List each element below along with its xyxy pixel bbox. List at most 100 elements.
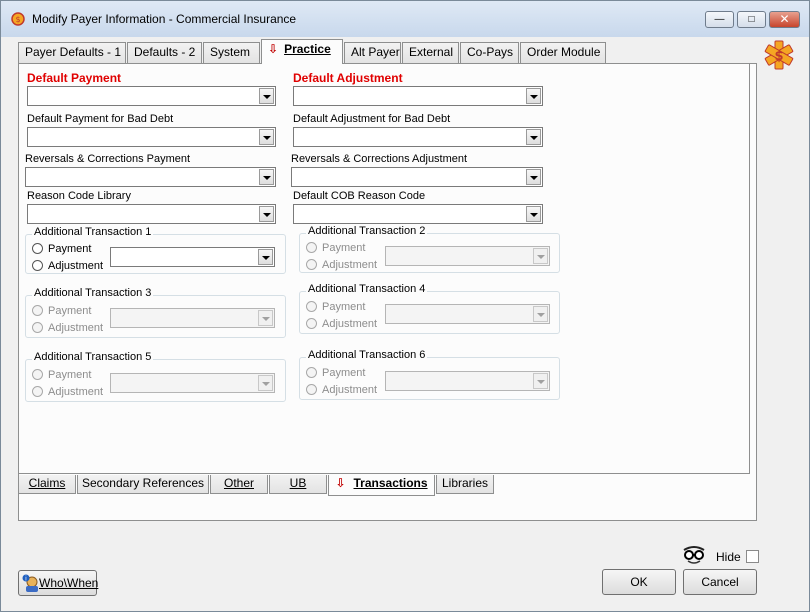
transaction-2-select[interactable] [385, 246, 550, 266]
app-icon: $ [11, 12, 25, 26]
dropdown-arrow-icon[interactable] [533, 248, 548, 264]
additional-transaction-4-group: Additional Transaction 4 Payment Adjustm… [299, 283, 560, 334]
adjustment-radio[interactable]: Adjustment [32, 322, 103, 336]
tab-label: External [409, 45, 454, 59]
dropdown-arrow-icon[interactable] [259, 88, 274, 104]
radio-circle[interactable] [32, 386, 43, 397]
cancel-label: Cancel [701, 575, 739, 589]
transaction-3-select[interactable] [110, 308, 275, 328]
payment-radio[interactable]: Payment [306, 242, 365, 256]
maximize-button[interactable]: □ [737, 11, 766, 28]
dropdown-arrow-icon[interactable] [259, 129, 274, 145]
radio-circle[interactable] [32, 305, 43, 316]
default-payment-label: Default Payment [27, 71, 122, 85]
dropdown-arrow-icon[interactable] [533, 373, 548, 389]
tab-defaults-2[interactable]: Defaults - 2 [127, 42, 202, 63]
title-bar[interactable]: $ Modify Payer Information - Commercial … [1, 1, 809, 37]
dropdown-arrow-icon[interactable] [259, 206, 274, 222]
additional-transaction-2-group: Additional Transaction 2 Payment Adjustm… [299, 225, 560, 273]
dropdown-arrow-icon[interactable] [258, 375, 273, 391]
tab-order-module[interactable]: Order Module [520, 42, 606, 63]
dropdown-arrow-icon[interactable] [526, 206, 541, 222]
radio-circle[interactable] [306, 242, 317, 253]
radio-label: Adjustment [322, 318, 378, 330]
payment-radio[interactable]: Payment [306, 301, 365, 315]
red-arrow-down-icon: ⇩ [335, 476, 346, 490]
tab-ub[interactable]: UB [269, 475, 327, 494]
radio-circle[interactable] [306, 367, 317, 378]
tab-transactions[interactable]: ⇩ Transactions [328, 475, 435, 496]
tab-payer-defaults-1[interactable]: Payer Defaults - 1 [18, 42, 126, 63]
dropdown-arrow-icon[interactable] [533, 306, 548, 322]
reversals-payment-label: Reversals & Corrections Payment [25, 153, 191, 165]
tab-external[interactable]: External [402, 42, 459, 63]
payment-radio[interactable]: Payment [32, 369, 91, 383]
close-button[interactable]: ✕ [769, 11, 800, 28]
hide-checkbox[interactable] [746, 550, 759, 563]
reversals-adjustment-select[interactable] [291, 167, 543, 187]
dropdown-arrow-icon[interactable] [258, 310, 273, 326]
group-title: Additional Transaction 4 [306, 283, 428, 295]
tab-label: Libraries [441, 476, 489, 490]
tab-label: Payer Defaults - 1 [25, 45, 122, 59]
tab-claims[interactable]: Claims [18, 475, 76, 494]
radio-circle[interactable] [306, 259, 317, 270]
transaction-1-select[interactable] [110, 247, 275, 267]
adjustment-radio[interactable]: Adjustment [32, 386, 103, 400]
additional-transaction-3-group: Additional Transaction 3 Payment Adjustm… [25, 287, 286, 338]
transactions-tab-panel: Default Payment Default Adjustment Defau… [19, 64, 750, 474]
tab-label: Order Module [527, 45, 601, 59]
radio-label: Adjustment [322, 384, 378, 396]
cancel-button[interactable]: Cancel [683, 569, 757, 595]
group-title: Additional Transaction 3 [32, 287, 154, 299]
transaction-6-select[interactable] [385, 371, 550, 391]
payment-radio[interactable]: Payment [32, 305, 91, 319]
payment-radio[interactable]: Payment [32, 243, 91, 257]
bad-debt-payment-select[interactable] [27, 127, 276, 147]
radio-circle[interactable] [32, 243, 43, 254]
tab-alt-payer[interactable]: Alt Payer [344, 42, 401, 63]
tab-practice[interactable]: ⇩ Practice [261, 39, 343, 64]
adjustment-radio[interactable]: Adjustment [306, 259, 377, 273]
default-cob-reason-select[interactable] [293, 204, 543, 224]
reversals-payment-select[interactable] [25, 167, 276, 187]
tab-label: Co-Pays [467, 45, 514, 59]
adjustment-radio[interactable]: Adjustment [306, 318, 377, 332]
transaction-5-select[interactable] [110, 373, 275, 393]
tab-co-pays[interactable]: Co-Pays [460, 42, 519, 63]
ok-button[interactable]: OK [602, 569, 676, 595]
dropdown-arrow-icon[interactable] [526, 129, 541, 145]
radio-circle[interactable] [32, 260, 43, 271]
payment-radio[interactable]: Payment [306, 367, 365, 381]
adjustment-radio[interactable]: Adjustment [306, 384, 377, 398]
dropdown-arrow-icon[interactable] [258, 249, 273, 265]
dropdown-arrow-icon[interactable] [259, 169, 274, 185]
tab-label: Alt Payer [351, 45, 400, 59]
tab-libraries[interactable]: Libraries [436, 475, 494, 494]
radio-label: Payment [322, 367, 366, 379]
tab-secondary-references[interactable]: Secondary References [77, 475, 209, 494]
tab-system[interactable]: System [203, 42, 260, 63]
bad-debt-adjustment-label: Default Adjustment for Bad Debt [293, 113, 451, 125]
minimize-button[interactable]: — [705, 11, 734, 28]
radio-circle[interactable] [32, 369, 43, 380]
additional-transaction-1-group: Additional Transaction 1 Payment Adjustm… [25, 226, 286, 274]
default-payment-select[interactable] [27, 86, 276, 106]
dropdown-arrow-icon[interactable] [526, 88, 541, 104]
tab-label: Secondary References [81, 476, 205, 490]
tab-label: Transactions [353, 476, 428, 490]
radio-label: Adjustment [48, 386, 104, 398]
radio-circle[interactable] [32, 322, 43, 333]
radio-circle[interactable] [306, 318, 317, 329]
transaction-4-select[interactable] [385, 304, 550, 324]
tab-other[interactable]: Other [210, 475, 268, 494]
bad-debt-adjustment-select[interactable] [293, 127, 543, 147]
default-adjustment-select[interactable] [293, 86, 543, 106]
reason-code-library-select[interactable] [27, 204, 276, 224]
adjustment-radio[interactable]: Adjustment [32, 260, 103, 274]
radio-circle[interactable] [306, 301, 317, 312]
user-info-icon: i [22, 574, 38, 592]
dropdown-arrow-icon[interactable] [526, 169, 541, 185]
who-when-button[interactable]: i Who\When [18, 570, 98, 596]
radio-circle[interactable] [306, 384, 317, 395]
